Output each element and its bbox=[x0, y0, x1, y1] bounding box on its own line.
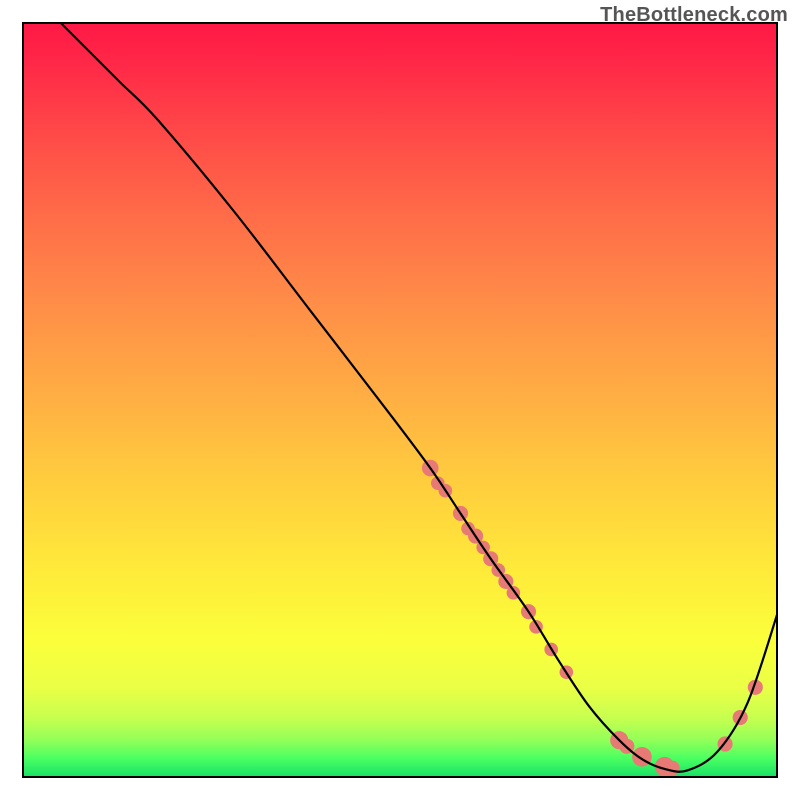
curve-path bbox=[60, 22, 778, 772]
chart-svg bbox=[22, 22, 778, 778]
chart-container: TheBottleneck.com bbox=[0, 0, 800, 800]
plot-area bbox=[22, 22, 778, 778]
data-marker bbox=[665, 761, 680, 776]
watermark-text: TheBottleneck.com bbox=[600, 4, 788, 27]
markers-group bbox=[422, 460, 763, 777]
